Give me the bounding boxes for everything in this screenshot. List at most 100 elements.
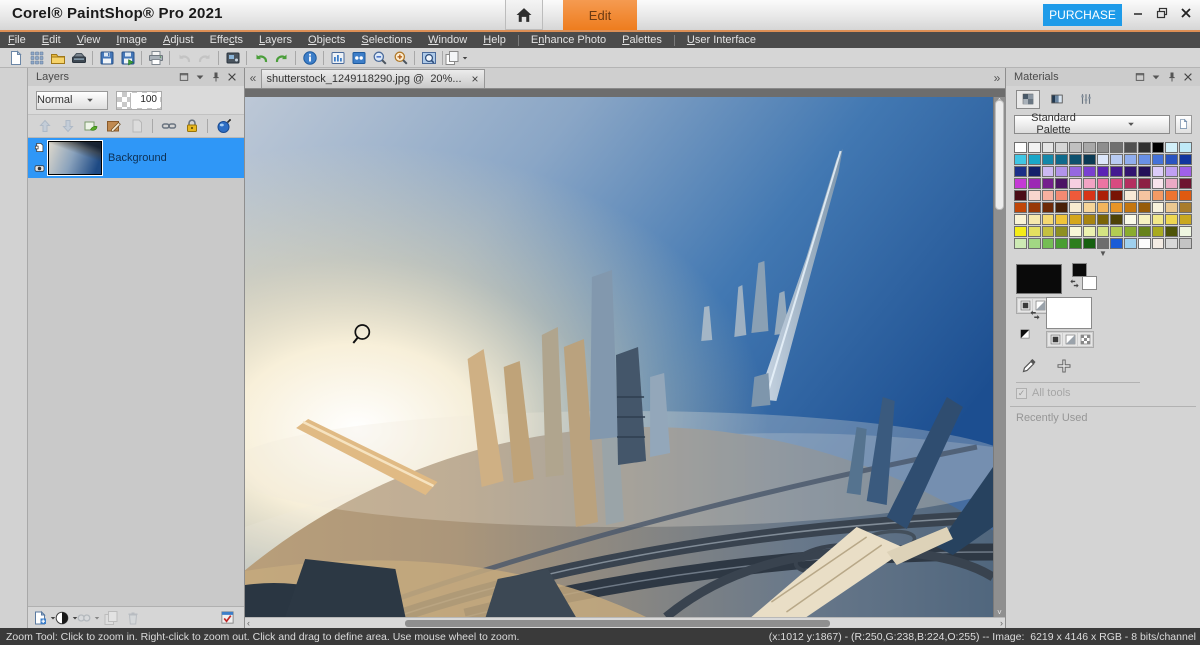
palette-swatch-1-4[interactable] [1069,154,1082,165]
palette-swatch-1-6[interactable] [1097,154,1110,165]
palette-swatch-4-1[interactable] [1028,190,1041,201]
document-tab-close-icon[interactable]: × [466,72,484,86]
palette-swatch-5-7[interactable] [1110,202,1123,213]
materials-tab-swatches[interactable] [1016,90,1040,109]
palette-swatch-6-2[interactable] [1042,214,1055,225]
palette-swatch-7-5[interactable] [1083,226,1096,237]
open-button[interactable] [47,48,68,67]
palette-swatch-2-9[interactable] [1138,166,1151,177]
bg-gradient-button[interactable] [1063,333,1077,346]
palette-swatch-7-12[interactable] [1179,226,1192,237]
histogram-button[interactable] [327,48,348,67]
navigate-button[interactable] [348,48,369,67]
palette-swatch-3-11[interactable] [1165,178,1178,189]
palette-swatch-4-12[interactable] [1179,190,1192,201]
palette-swatch-4-4[interactable] [1069,190,1082,201]
menu-item-selections[interactable]: Selections [353,32,420,48]
document-tab[interactable]: shutterstock_1249118290.jpg @ 20%... × [261,69,485,88]
layer-row-background[interactable]: Background [28,138,244,178]
delete-layer-button[interactable] [122,608,143,627]
close-icon[interactable] [1178,6,1194,20]
eyedropper-icon[interactable] [1020,357,1037,374]
move-layer-down-button[interactable] [57,117,78,136]
palette-swatch-8-1[interactable] [1028,238,1041,249]
materials-pin-panel-button[interactable] [1165,71,1178,84]
palette-swatch-0-1[interactable] [1028,142,1041,153]
tab-home[interactable] [505,0,543,30]
palette-swatch-1-12[interactable] [1179,154,1192,165]
palette-swatch-7-2[interactable] [1042,226,1055,237]
palette-swatch-8-8[interactable] [1124,238,1137,249]
palette-swatch-5-3[interactable] [1055,202,1068,213]
palette-swatch-7-3[interactable] [1055,226,1068,237]
vertical-scrollbar[interactable]: ˄ ˅ [993,97,1005,617]
palette-swatch-7-9[interactable] [1138,226,1151,237]
palette-swatch-7-8[interactable] [1124,226,1137,237]
palette-swatch-2-8[interactable] [1124,166,1137,177]
palette-swatch-4-9[interactable] [1138,190,1151,201]
horizontal-scrollbar[interactable]: ‹ › [245,617,1005,628]
palette-swatch-1-2[interactable] [1042,154,1055,165]
menu-item-edit[interactable]: Edit [34,32,69,48]
layer-properties-button[interactable] [103,117,124,136]
palette-swatch-4-2[interactable] [1042,190,1055,201]
visibility-icon[interactable] [32,163,46,174]
palette-swatch-0-7[interactable] [1110,142,1123,153]
edit-selection-toggle[interactable] [217,608,238,627]
menu-item-window[interactable]: Window [420,32,475,48]
palette-swatch-4-8[interactable] [1124,190,1137,201]
palette-swatch-7-6[interactable] [1097,226,1110,237]
copy-special-button[interactable] [446,48,467,67]
move-layer-up-button[interactable] [34,117,55,136]
materials-close-panel-button[interactable] [1181,71,1194,84]
foreground-mini-swatch[interactable] [1072,263,1087,277]
menu-item-effects[interactable]: Effects [202,32,251,48]
palette-swatch-3-1[interactable] [1028,178,1041,189]
palette-swatch-2-3[interactable] [1055,166,1068,177]
palette-swatch-2-5[interactable] [1083,166,1096,177]
edit-selection-button[interactable] [213,117,234,136]
palette-swatch-3-12[interactable] [1179,178,1192,189]
palette-swatch-8-9[interactable] [1138,238,1151,249]
palette-swatch-7-1[interactable] [1028,226,1041,237]
palette-expand-icon[interactable]: ▼ [1006,249,1200,259]
background-mini-swatch[interactable] [1082,276,1097,290]
fit-to-window-button[interactable] [418,48,439,67]
palette-swatch-6-10[interactable] [1152,214,1165,225]
materials-panel-menu-button[interactable] [1149,71,1162,84]
palette-swatch-5-6[interactable] [1097,202,1110,213]
palette-swatch-8-2[interactable] [1042,238,1055,249]
palette-swatch-4-0[interactable] [1014,190,1027,201]
palette-swatch-2-0[interactable] [1014,166,1027,177]
palette-swatch-4-5[interactable] [1083,190,1096,201]
palette-swatch-5-10[interactable] [1152,202,1165,213]
palette-swatch-8-5[interactable] [1083,238,1096,249]
materials-tab-gradient[interactable] [1045,90,1069,109]
palette-swatch-8-7[interactable] [1110,238,1123,249]
palette-swatch-8-12[interactable] [1179,238,1192,249]
palette-swatch-2-1[interactable] [1028,166,1041,177]
menu-item-help[interactable]: Help [475,32,514,48]
palette-swatch-6-1[interactable] [1028,214,1041,225]
scroll-down-icon[interactable]: ˅ [994,608,1005,617]
palette-swatch-3-9[interactable] [1138,178,1151,189]
palette-swatch-7-0[interactable] [1014,226,1027,237]
palette-swatch-0-6[interactable] [1097,142,1110,153]
palette-swatch-3-10[interactable] [1152,178,1165,189]
palette-swatch-5-0[interactable] [1014,202,1027,213]
reset-colors-icon[interactable] [1018,327,1031,340]
palette-swatch-0-11[interactable] [1165,142,1178,153]
palette-swatch-1-1[interactable] [1028,154,1041,165]
palette-swatch-2-12[interactable] [1179,166,1192,177]
menu-item-enhance-photo[interactable]: Enhance Photo [523,32,614,48]
palette-swatch-2-4[interactable] [1069,166,1082,177]
new-image-button[interactable] [5,48,26,67]
palette-swatch-3-6[interactable] [1097,178,1110,189]
palette-swatch-0-4[interactable] [1069,142,1082,153]
all-tools-checkbox[interactable]: ✓ [1016,388,1027,399]
undo-button[interactable] [173,48,194,67]
palette-select[interactable]: Standard Palette [1014,115,1170,134]
palette-swatch-1-11[interactable] [1165,154,1178,165]
bg-color-button[interactable] [1048,333,1062,346]
add-color-icon[interactable] [1055,357,1072,374]
